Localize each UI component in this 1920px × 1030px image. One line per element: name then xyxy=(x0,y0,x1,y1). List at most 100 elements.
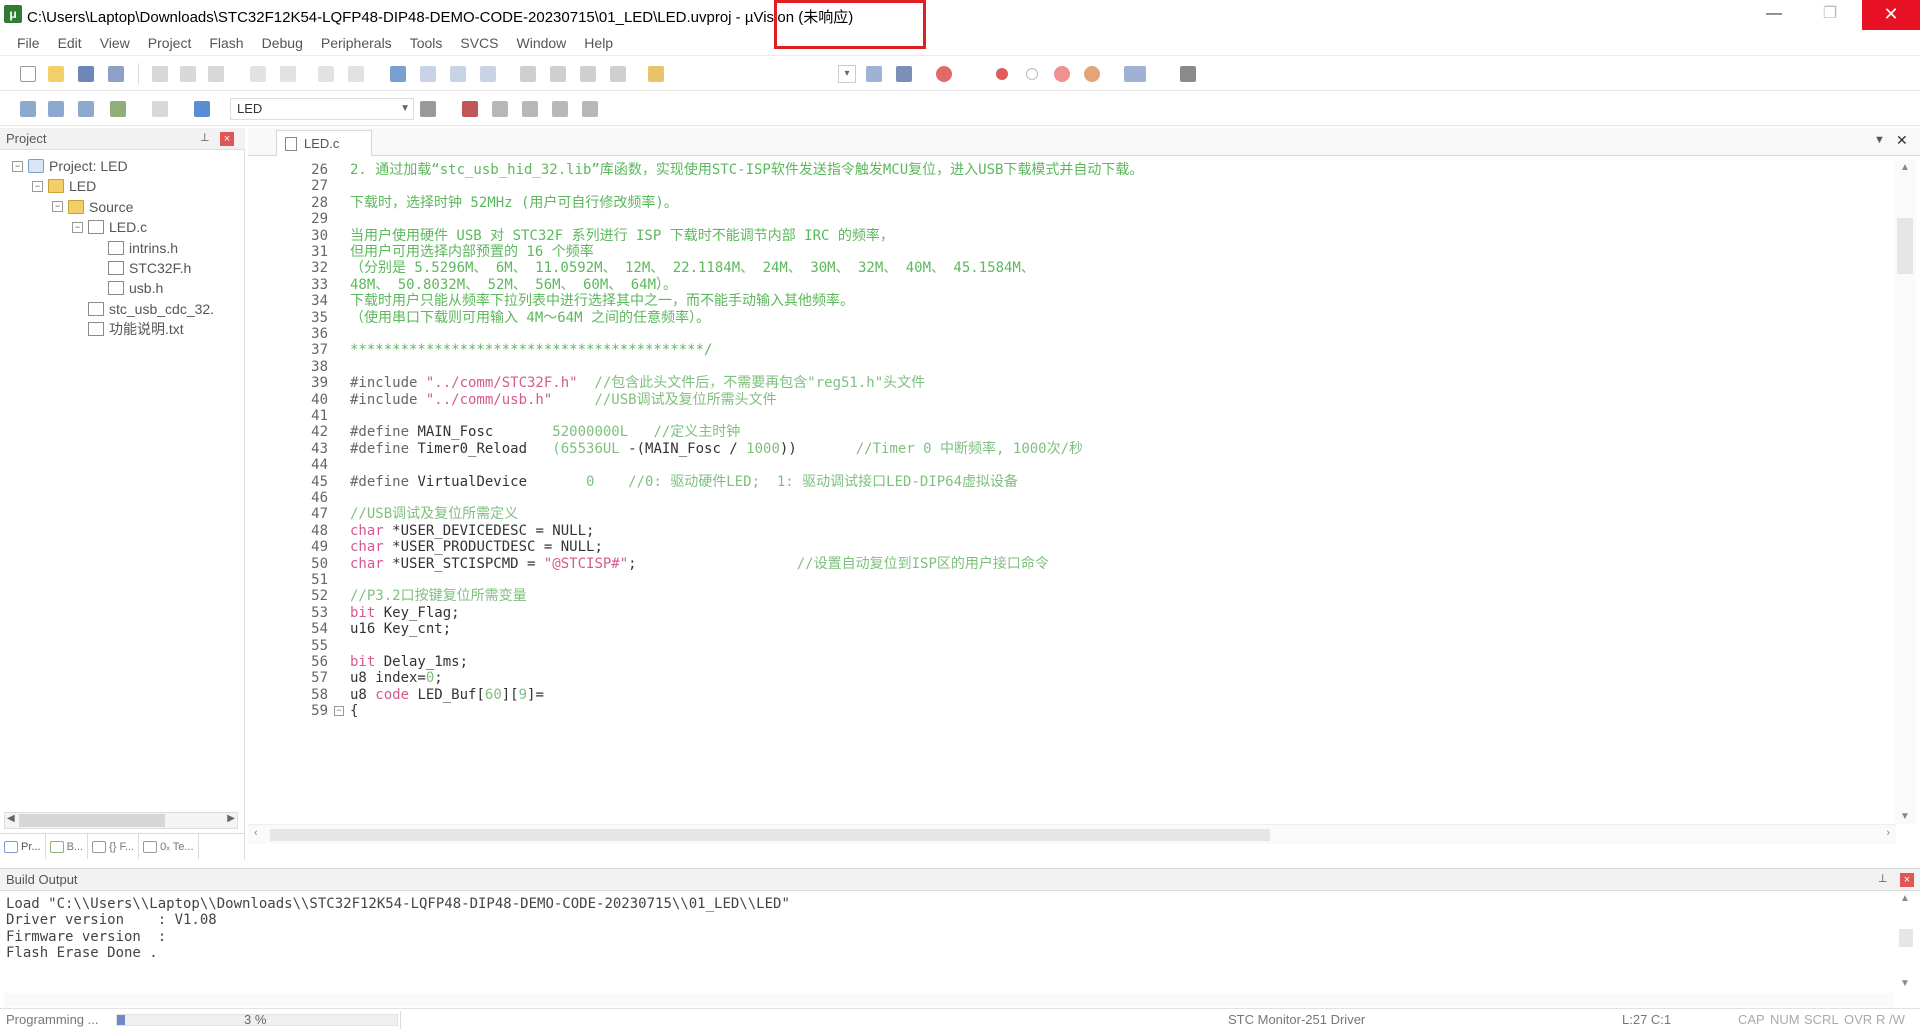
prev-bookmark-icon[interactable] xyxy=(420,66,436,82)
tree-collapse-icon[interactable]: − xyxy=(52,201,63,213)
project-horizontal-scrollbar[interactable]: ◀ ▶ xyxy=(4,812,238,829)
project-tab[interactable]: B... xyxy=(46,834,89,859)
scroll-down-icon[interactable]: ▼ xyxy=(1900,978,1910,989)
code-line[interactable]: 59−{ xyxy=(250,701,1890,721)
close-button[interactable]: ✕ xyxy=(1862,0,1920,30)
build-icon[interactable] xyxy=(48,101,64,117)
menu-file[interactable]: File xyxy=(8,30,49,56)
zoom-icon[interactable] xyxy=(936,66,952,82)
scroll-left-icon[interactable]: ◀ xyxy=(7,813,15,824)
pin-icon[interactable]: ⊥ xyxy=(1878,872,1888,885)
target-options-icon[interactable] xyxy=(420,101,436,117)
menu-project[interactable]: Project xyxy=(139,30,201,56)
uncomment-icon[interactable] xyxy=(610,66,626,82)
tree-collapse-icon[interactable]: − xyxy=(12,160,23,172)
scroll-up-icon[interactable]: ▲ xyxy=(1900,162,1910,173)
build-output-horizontal-scrollbar[interactable] xyxy=(4,993,1894,1007)
new-file-icon[interactable] xyxy=(20,66,36,82)
configure-icon[interactable] xyxy=(1084,66,1100,82)
editor-close-icon[interactable]: ✕ xyxy=(1896,132,1908,149)
debug-icon[interactable] xyxy=(896,66,912,82)
tree-item[interactable]: − LED.c xyxy=(72,216,147,238)
menu-help[interactable]: Help xyxy=(575,30,622,56)
menu-debug[interactable]: Debug xyxy=(253,30,312,56)
tree-item[interactable]: stc_usb_cdc_32. xyxy=(72,298,214,320)
tab-list-dropdown-icon[interactable]: ▼ xyxy=(1874,134,1885,146)
tab-led-c[interactable]: LED.c xyxy=(276,130,372,156)
menu-window[interactable]: Window xyxy=(508,30,576,56)
menu-flash[interactable]: Flash xyxy=(200,30,252,56)
rebuild-icon[interactable] xyxy=(78,101,94,117)
navigate-back-icon[interactable] xyxy=(318,66,334,82)
tree-item[interactable]: STC32F.h xyxy=(92,257,191,279)
unindent-icon[interactable] xyxy=(550,66,566,82)
project-tab[interactable]: {} F... xyxy=(88,834,140,859)
paste-icon[interactable] xyxy=(208,66,224,82)
translate-icon[interactable] xyxy=(20,101,36,117)
tree-item[interactable]: − Source xyxy=(52,196,133,218)
scroll-left-icon[interactable]: ‹ xyxy=(254,827,258,839)
tree-collapse-icon[interactable]: − xyxy=(32,180,43,192)
menu-edit[interactable]: Edit xyxy=(49,30,91,56)
stop-build-icon[interactable] xyxy=(152,101,168,117)
wrench-icon[interactable] xyxy=(1180,66,1196,82)
breakpoint-icon[interactable] xyxy=(996,68,1008,80)
find-dropdown[interactable]: ▾ xyxy=(838,65,856,83)
scroll-up-icon[interactable]: ▲ xyxy=(1900,893,1910,904)
run-time-environment-icon[interactable] xyxy=(552,101,568,117)
save-all-icon[interactable] xyxy=(108,66,124,82)
menu-svcs[interactable]: SVCS xyxy=(451,30,507,56)
indent-icon[interactable] xyxy=(520,66,536,82)
redo-icon[interactable] xyxy=(280,66,296,82)
cut-icon[interactable] xyxy=(152,66,168,82)
copy-icon[interactable] xyxy=(180,66,196,82)
tree-collapse-icon[interactable]: − xyxy=(72,221,83,233)
editor-horizontal-scrollbar[interactable]: ‹ › xyxy=(248,824,1896,844)
scroll-thumb[interactable] xyxy=(270,829,1270,841)
project-tab[interactable]: 0ₓ Te... xyxy=(139,834,199,859)
navigate-forward-icon[interactable] xyxy=(348,66,364,82)
fold-icon[interactable]: − xyxy=(334,706,344,717)
find-in-files-icon[interactable] xyxy=(648,66,664,82)
scroll-thumb[interactable] xyxy=(1897,218,1913,274)
tree-item[interactable]: − Project: LED xyxy=(12,155,128,177)
pin-icon[interactable]: ⊥ xyxy=(200,131,210,144)
minimize-button[interactable]: — xyxy=(1746,0,1802,30)
panel-close-icon[interactable]: × xyxy=(220,132,234,146)
download-load-icon[interactable] xyxy=(194,101,210,117)
comment-icon[interactable] xyxy=(580,66,596,82)
editor-vertical-scrollbar[interactable]: ▲ ▼ xyxy=(1894,160,1916,824)
menu-tools[interactable]: Tools xyxy=(401,30,452,56)
next-bookmark-icon[interactable] xyxy=(450,66,466,82)
menu-peripherals[interactable]: Peripherals xyxy=(312,30,401,56)
incremental-find-icon[interactable] xyxy=(866,66,882,82)
tree-item[interactable]: 功能说明.txt xyxy=(72,318,184,340)
window-layout-icon[interactable] xyxy=(1124,66,1146,82)
scroll-down-icon[interactable]: ▼ xyxy=(1900,811,1910,822)
bookmark-icon[interactable] xyxy=(390,66,406,82)
scroll-right-icon[interactable]: ▶ xyxy=(227,813,235,824)
file-extensions-icon[interactable] xyxy=(492,101,508,117)
scroll-thumb[interactable] xyxy=(1899,929,1913,947)
clear-bookmarks-icon[interactable] xyxy=(480,66,496,82)
tree-item[interactable]: usb.h xyxy=(92,277,163,299)
scroll-right-icon[interactable]: › xyxy=(1886,827,1890,839)
pack-installer-icon[interactable] xyxy=(582,101,598,117)
target-select[interactable]: LED ▼ xyxy=(230,98,414,120)
menu-view[interactable]: View xyxy=(91,30,139,56)
kill-breakpoints-icon[interactable] xyxy=(1054,66,1070,82)
scroll-thumb[interactable] xyxy=(19,814,165,827)
undo-icon[interactable] xyxy=(250,66,266,82)
maximize-button[interactable]: ❐ xyxy=(1802,0,1858,30)
panel-close-icon[interactable]: × xyxy=(1900,873,1914,887)
tree-item[interactable]: − LED xyxy=(32,175,96,197)
tree-item[interactable]: intrins.h xyxy=(92,237,178,259)
project-tab[interactable]: Pr... xyxy=(0,834,46,859)
disable-breakpoint-icon[interactable] xyxy=(1026,68,1038,80)
build-output-text[interactable]: Load "C:\\Users\\Laptop\\Downloads\\STC3… xyxy=(6,896,1886,996)
batch-build-icon[interactable] xyxy=(110,101,126,117)
build-output-vertical-scrollbar[interactable]: ▲ ▼ xyxy=(1896,893,1916,989)
open-folder-icon[interactable] xyxy=(48,66,64,82)
manage-components-icon[interactable] xyxy=(462,101,478,117)
save-icon[interactable] xyxy=(78,66,94,82)
